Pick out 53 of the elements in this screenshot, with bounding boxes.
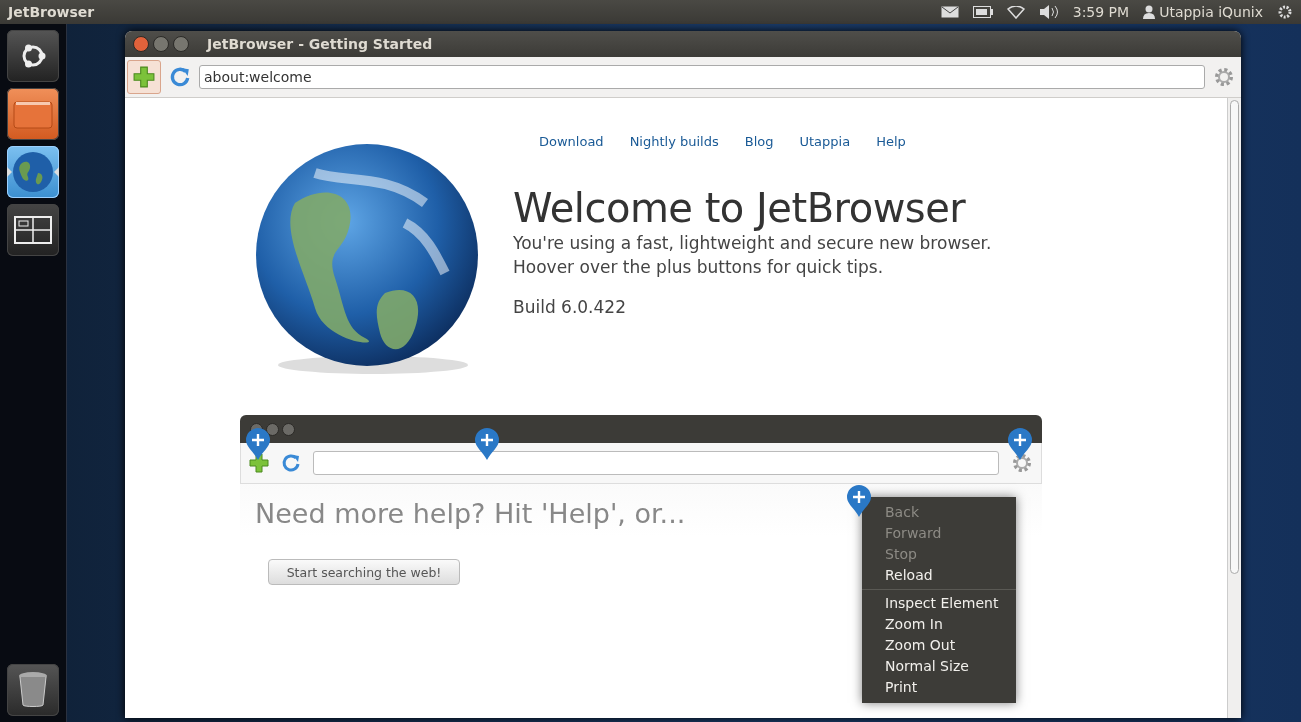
reload-icon (281, 453, 301, 473)
close-button[interactable] (133, 36, 149, 52)
battery-icon[interactable] (972, 6, 993, 18)
folder-icon (13, 99, 53, 129)
welcome-heading: Welcome to JetBrowser (513, 185, 967, 231)
wifi-icon[interactable] (1006, 5, 1025, 19)
clock[interactable]: 3:59 PM (1072, 4, 1130, 20)
menu-item[interactable]: Normal Size (885, 657, 969, 676)
volume-icon[interactable] (1038, 5, 1059, 19)
build-number: Build 6.0.422 (513, 297, 627, 317)
minimize-button[interactable] (153, 36, 169, 52)
search-web-button[interactable]: Start searching the web! (268, 559, 460, 585)
maximize-button[interactable] (173, 36, 189, 52)
power-gear-icon[interactable] (1277, 4, 1293, 20)
window-control-icon (266, 422, 279, 436)
menu-item[interactable]: Zoom Out (885, 636, 956, 655)
scrollbar-thumb[interactable] (1230, 100, 1239, 574)
plus-icon (133, 66, 155, 88)
trash-icon (17, 671, 49, 709)
settings-icon[interactable] (1011, 452, 1033, 474)
window-control-icon (282, 422, 295, 436)
menu-item[interactable]: Print (885, 678, 918, 697)
launcher-icon[interactable] (7, 204, 59, 256)
help-heading: Need more help? Hit 'Help', or... (255, 498, 686, 529)
address-field[interactable]: about:welcome (199, 65, 1205, 89)
menu-item[interactable]: Reload (885, 566, 933, 585)
plus-pin-icon[interactable] (1007, 427, 1033, 461)
launcher-icon[interactable] (7, 30, 59, 82)
window-title: JetBrowser - Getting Started (207, 36, 433, 52)
menu-item[interactable]: Zoom In (885, 615, 943, 634)
tagline: Hoover over the plus buttons for quick tips. (513, 256, 885, 279)
workspaces-icon (14, 216, 52, 244)
nav-link[interactable]: Help (876, 134, 906, 149)
person-icon (1143, 5, 1156, 19)
nav-link[interactable]: Blog (744, 134, 774, 149)
plus-pin-icon[interactable] (846, 484, 872, 518)
reload-icon (169, 66, 191, 88)
nav-link[interactable]: Nightly builds (629, 134, 719, 149)
globe-icon (12, 151, 54, 193)
menu-item[interactable]: Inspect Element (885, 594, 999, 613)
tagline: You're using a fast, lightweight and secure new browser. (513, 232, 992, 255)
add-button[interactable] (127, 60, 161, 94)
plus-icon (249, 453, 269, 473)
reload-button[interactable] (169, 66, 191, 88)
nav-link[interactable]: Download (539, 134, 604, 149)
launcher-icon[interactable] (7, 88, 59, 140)
nav-link[interactable]: Utappia (799, 134, 851, 149)
plus-pin-icon[interactable] (245, 427, 271, 461)
launcher-icon[interactable] (7, 664, 59, 716)
mail-icon[interactable] (940, 6, 959, 18)
plus-pin-icon[interactable] (474, 427, 500, 461)
app-name: JetBrowser (8, 4, 95, 20)
user-menu[interactable]: Utappia iQunix (1159, 4, 1263, 20)
